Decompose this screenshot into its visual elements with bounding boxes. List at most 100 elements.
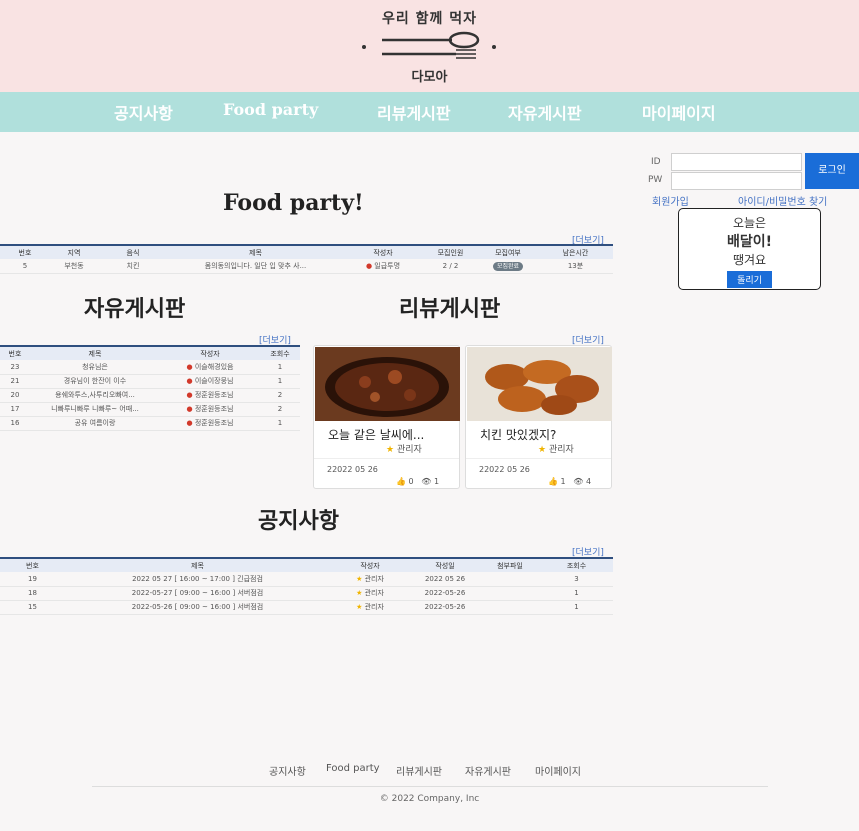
thumbs-up-icon: 👍 <box>548 477 558 486</box>
cell[interactable]: 2022-05-27 [ 09:00 ~ 16:00 ] 서버점검 <box>65 586 330 601</box>
nav-mypage[interactable]: 마이페이지 <box>642 100 716 124</box>
col-header: 번호 <box>0 345 30 360</box>
cell[interactable]: 경유님이 한잔이 이수 <box>30 374 160 389</box>
tomato-icon: ● <box>186 405 193 413</box>
card-stats: 👍 0 👁 1 <box>396 477 439 486</box>
free-board-table: 번호 제목 작성자 조회수 23 청유님은 ● 이슬해경있음 1 21 경유님이 한잔이… <box>0 345 300 431</box>
id-input[interactable] <box>671 153 802 171</box>
spoon-fork-logo-icon[interactable] <box>360 30 500 64</box>
cell[interactable]: 청유님은 <box>30 360 160 375</box>
cell: 정훈원등조님 <box>194 391 234 399</box>
view-count: 1 <box>433 477 440 486</box>
col-header: 작성자 <box>330 557 410 572</box>
star-icon: ★ <box>538 445 547 455</box>
cell: 3 <box>540 572 613 587</box>
spin-button[interactable]: 돌리기 <box>727 271 772 288</box>
promo-line1: 오늘은 <box>732 216 767 230</box>
card-date: 22022 05 26 <box>327 465 378 474</box>
cell <box>480 572 540 587</box>
footer-link-review-board[interactable]: 리뷰게시판 <box>396 763 442 778</box>
col-header: 모집인원 <box>423 244 478 259</box>
card-title: 오늘 같은 날씨에... <box>328 428 425 442</box>
review-card[interactable]: 치킨 맛있겠지? ★ 관리자 22022 05 26 👍 1 👁 4 <box>465 345 612 489</box>
cell[interactable]: 2022 05 27 [ 16:00 ~ 17:00 ] 긴급점검 <box>65 572 330 587</box>
table-row[interactable]: 15 2022-05-26 [ 09:00 ~ 16:00 ] 서버점검 ★ 관리자… <box>0 600 613 615</box>
nav-review-board[interactable]: 리뷰게시판 <box>377 100 451 124</box>
nav-food-party[interactable]: Food party <box>223 100 318 119</box>
col-header: 남은시간 <box>538 244 613 259</box>
logo-bottom-text: 다모아 <box>411 70 448 85</box>
find-account-link[interactable]: 아이디/비밀번호 찾기 <box>738 193 827 208</box>
card-author: ★ 관리자 <box>538 442 574 455</box>
eye-icon: 👁 <box>421 477 432 486</box>
footer-link-notice[interactable]: 공지사항 <box>269 763 306 778</box>
cell[interactable]: 몸의동의입니다. 일단 입 맞추 사... <box>168 259 343 274</box>
author-cell: ★ 관리자 <box>330 586 410 601</box>
col-header: 조회수 <box>260 345 300 360</box>
cell[interactable]: 니빠루니빠루 니빠루~ 어때... <box>30 402 160 417</box>
author-name: 관리자 <box>548 445 574 455</box>
star-icon: ★ <box>386 445 395 455</box>
table-row[interactable]: 19 2022 05 27 [ 16:00 ~ 17:00 ] 긴급점검 ★ 관리자… <box>0 572 613 587</box>
cell: 19 <box>0 572 65 587</box>
cell: 1 <box>260 374 300 389</box>
table-row[interactable]: 20 용쉐와투스,사투리오빠여... ● 정훈원등조님 2 <box>0 388 300 403</box>
eye-icon: 👁 <box>573 477 584 486</box>
like-count: 0 <box>408 477 414 486</box>
cell: 16 <box>0 416 30 431</box>
tomato-icon: ● <box>365 261 373 270</box>
col-header: 번호 <box>0 557 65 572</box>
status-cell: 모집완료 <box>478 259 538 274</box>
promo-line3: 땡겨요 <box>732 253 767 267</box>
cell[interactable]: 공유 여름이랑 <box>30 416 160 431</box>
author-cell: ● 이슬해경있음 <box>160 360 260 375</box>
notice-table: 번호 제목 작성자 작성일 첨부파일 조회수 19 2022 05 27 [ 16… <box>0 557 613 615</box>
footer-divider <box>92 786 768 787</box>
cell: 5 <box>0 259 50 274</box>
table-row[interactable]: 21 경유님이 한잔이 이수 ● 이슬이장뭉님 1 <box>0 374 300 389</box>
cell: 23 <box>0 360 30 375</box>
footer-link-food-party[interactable]: Food party <box>326 763 380 774</box>
table-row[interactable]: 23 청유님은 ● 이슬해경있음 1 <box>0 360 300 375</box>
card-stats: 👍 1 👁 4 <box>548 477 591 486</box>
star-icon: ★ <box>356 603 363 611</box>
cell: 2022 05 26 <box>410 572 480 587</box>
table-row[interactable]: 16 공유 여름이랑 ● 정훈원등조님 1 <box>0 416 300 431</box>
col-header: 제목 <box>168 244 343 259</box>
pw-input[interactable] <box>671 172 802 190</box>
footer-link-free-board[interactable]: 자유게시판 <box>465 763 511 778</box>
signup-link[interactable]: 회원가입 <box>652 193 689 208</box>
like-count: 1 <box>560 477 566 486</box>
notice-title: 공지사항 <box>258 508 339 534</box>
col-header: 음식 <box>98 244 168 259</box>
cell: 15 <box>0 600 65 615</box>
author-cell: ★ 관리자 <box>330 600 410 615</box>
table-row[interactable]: 17 니빠루니빠루 니빠루~ 어때... ● 정훈원등조님 2 <box>0 402 300 417</box>
card-author: ★ 관리자 <box>386 442 422 455</box>
col-header: 모집여부 <box>478 244 538 259</box>
card-title: 치킨 맛있겠지? <box>480 428 557 442</box>
nav-notice[interactable]: 공지사항 <box>114 100 173 124</box>
cell: 정훈원등조님 <box>194 419 234 427</box>
table-row[interactable]: 5 부천동 치킨 몸의동의입니다. 일단 입 맞추 사... ● 일급투명 2 … <box>0 259 613 274</box>
table-row[interactable]: 18 2022-05-27 [ 09:00 ~ 16:00 ] 서버점검 ★ 관리자… <box>0 586 613 601</box>
cell: 이슬이장뭉님 <box>194 377 234 385</box>
author-cell: ● 정훈원등조님 <box>160 402 260 417</box>
tomato-icon: ● <box>186 419 193 427</box>
card-divider <box>314 458 459 459</box>
cell: 2022-05-26 <box>410 586 480 601</box>
nav-free-board[interactable]: 자유게시판 <box>508 100 582 124</box>
cell: 2 <box>260 402 300 417</box>
cell: 20 <box>0 388 30 403</box>
login-button[interactable]: 로그인 <box>805 153 859 189</box>
delivery-promo-box: 오늘은 배달이! 땡겨요 돌리기 <box>678 208 821 290</box>
footer-link-mypage[interactable]: 마이페이지 <box>535 763 581 778</box>
view-count: 4 <box>585 477 592 486</box>
review-card[interactable]: 오늘 같은 날씨에... ★ 관리자 22022 05 26 👍 0 👁 1 <box>313 345 460 489</box>
id-label: ID <box>651 157 661 167</box>
cell[interactable]: 용쉐와투스,사투리오빠여... <box>30 388 160 403</box>
star-icon: ★ <box>356 589 363 597</box>
cell[interactable]: 2022-05-26 [ 09:00 ~ 16:00 ] 서버점검 <box>65 600 330 615</box>
cell: 13분 <box>538 259 613 274</box>
cell: 일급투명 <box>374 261 401 270</box>
